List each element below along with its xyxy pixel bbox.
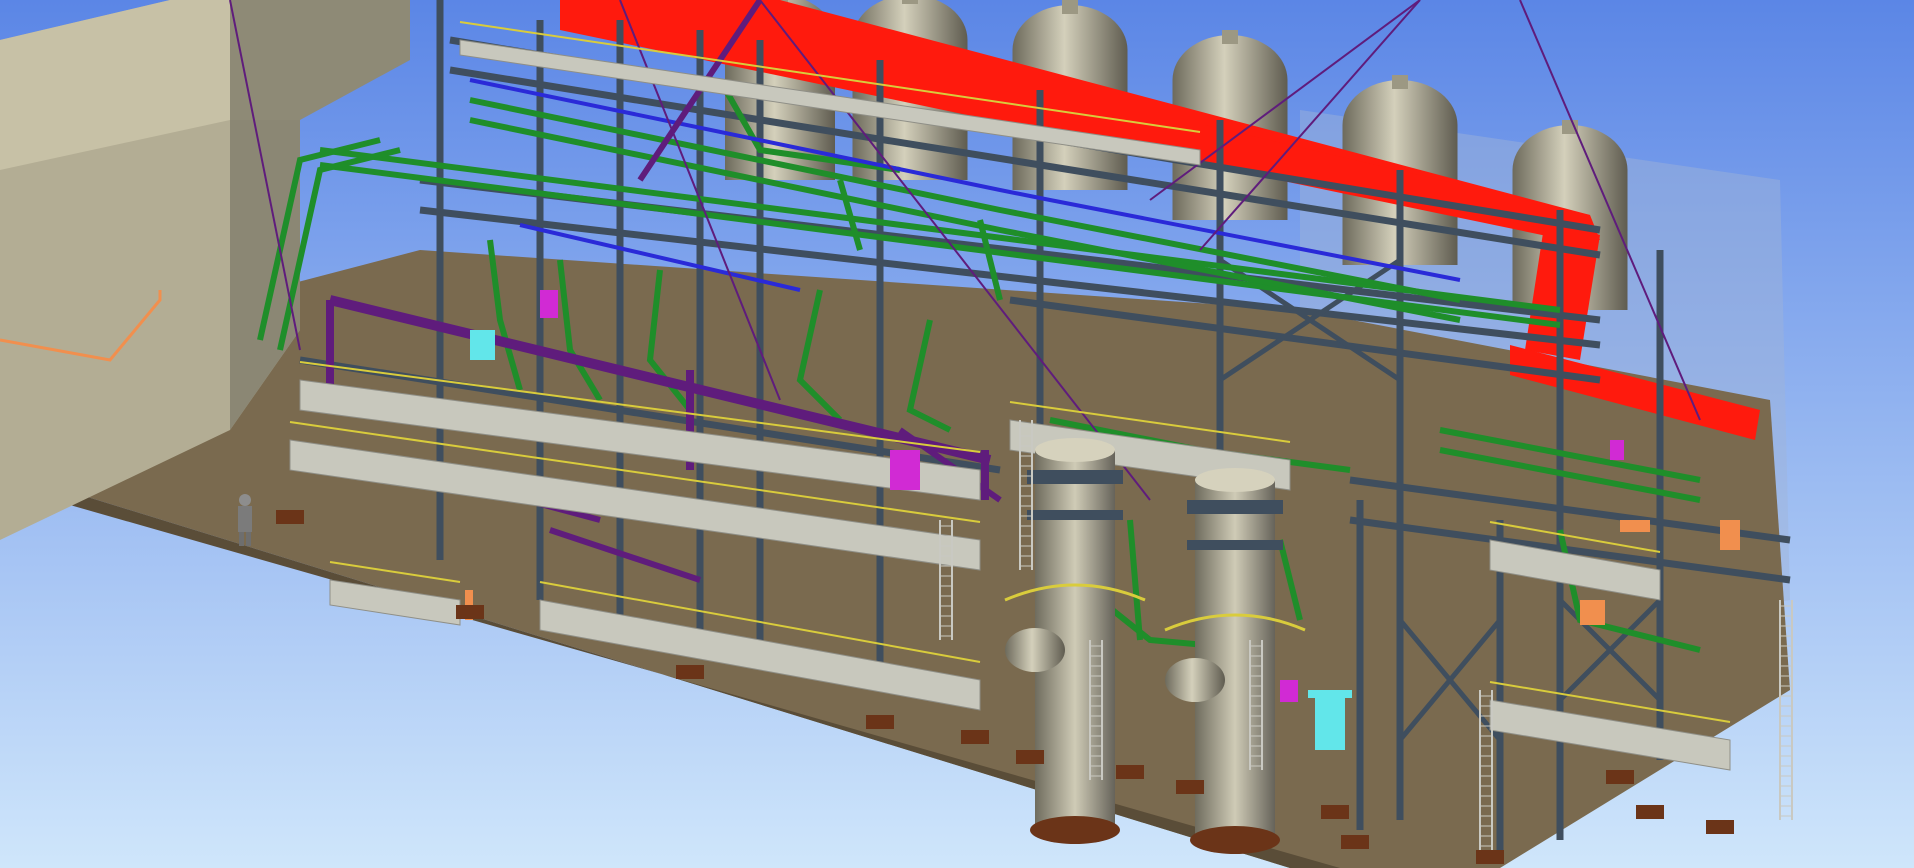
footing (1341, 835, 1369, 849)
footing (1016, 750, 1044, 764)
model-viewport[interactable] (0, 0, 1914, 868)
footing (456, 605, 484, 619)
footing (1176, 780, 1204, 794)
footing (1321, 805, 1349, 819)
footing (961, 730, 989, 744)
footing (1606, 770, 1634, 784)
footing (1636, 805, 1664, 819)
footing (276, 510, 304, 524)
footing (866, 715, 894, 729)
footing (676, 665, 704, 679)
footing (1116, 765, 1144, 779)
footing (1476, 850, 1504, 864)
footing (1706, 820, 1734, 834)
plant-3d-render (0, 0, 1914, 868)
